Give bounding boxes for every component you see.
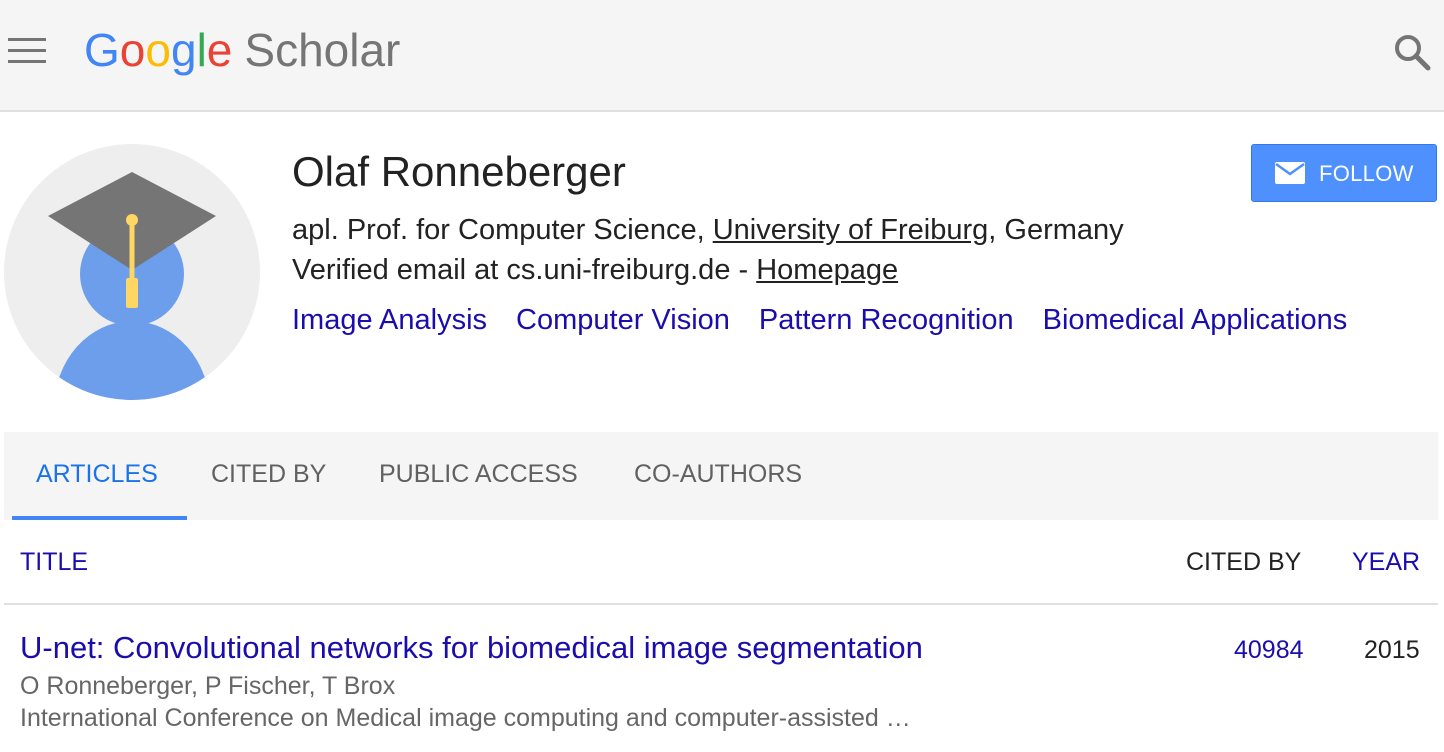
- logo-scholar-text: Scholar: [244, 24, 401, 76]
- menu-icon[interactable]: [8, 38, 46, 66]
- graduate-avatar-icon: [4, 144, 260, 400]
- profile-tabs: ARTICLES CITED BY PUBLIC ACCESS CO-AUTHO…: [4, 432, 1438, 520]
- profile-name: Olaf Ronneberger: [292, 148, 626, 195]
- affiliation-text: apl. Prof. for Computer Science,: [292, 214, 713, 246]
- search-icon[interactable]: [1392, 32, 1432, 72]
- interest-biomedical-applications[interactable]: Biomedical Applications: [1043, 304, 1348, 336]
- verified-email: Verified email at cs.uni-freiburg.de - H…: [292, 254, 898, 287]
- university-link[interactable]: University of Freiburg: [713, 214, 989, 246]
- tab-co-authors[interactable]: CO-AUTHORS: [634, 460, 802, 489]
- follow-button[interactable]: FOLLOW: [1251, 144, 1437, 202]
- research-interests: Image Analysis Computer Vision Pattern Rec…: [292, 304, 1376, 337]
- column-header-title[interactable]: TITLE: [20, 548, 88, 577]
- article-authors: O Ronneberger, P Fischer, T Brox: [20, 672, 396, 700]
- interest-image-analysis[interactable]: Image Analysis: [292, 304, 487, 336]
- article-title-link[interactable]: U-net: Convolutional networks for biomed…: [20, 630, 923, 666]
- column-header-year[interactable]: YEAR: [1352, 548, 1420, 577]
- verified-email-text: Verified email at cs.uni-freiburg.de -: [292, 254, 757, 286]
- article-year: 2015: [1364, 636, 1420, 664]
- table-divider: [4, 603, 1438, 605]
- affiliation-country: , Germany: [988, 214, 1124, 246]
- homepage-link[interactable]: Homepage: [756, 254, 898, 286]
- tab-public-access[interactable]: PUBLIC ACCESS: [379, 460, 578, 489]
- active-tab-indicator: [12, 516, 187, 520]
- tab-articles[interactable]: ARTICLES: [36, 460, 158, 489]
- tab-cited-by[interactable]: CITED BY: [211, 460, 326, 489]
- follow-label: FOLLOW: [1319, 161, 1414, 186]
- article-cited-by-link[interactable]: 40984: [1234, 636, 1304, 665]
- interest-computer-vision[interactable]: Computer Vision: [516, 304, 730, 336]
- logo-google-text: Google: [84, 24, 233, 76]
- profile-affiliation: apl. Prof. for Computer Science, Univers…: [292, 214, 1124, 247]
- article-venue: International Conference on Medical imag…: [20, 704, 911, 732]
- mail-icon: [1274, 161, 1306, 191]
- top-app-bar: Google Scholar: [0, 0, 1444, 112]
- google-scholar-logo[interactable]: Google Scholar: [84, 22, 400, 82]
- interest-pattern-recognition[interactable]: Pattern Recognition: [759, 304, 1014, 336]
- column-header-cited-by: CITED BY: [1186, 548, 1302, 576]
